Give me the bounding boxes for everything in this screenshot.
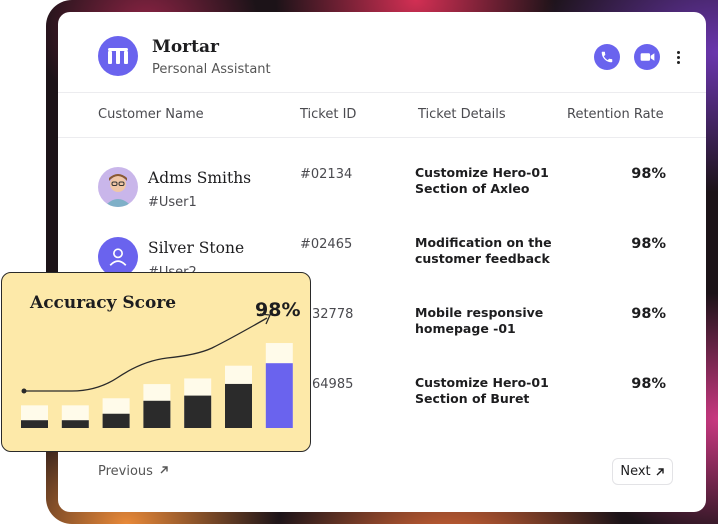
previous-button[interactable]: Previous xyxy=(98,464,169,479)
more-vertical-icon[interactable] xyxy=(672,46,684,68)
column-header-retention-rate[interactable]: Retention Rate xyxy=(567,107,664,122)
accuracy-bar-chart xyxy=(21,313,293,428)
accuracy-bar xyxy=(61,420,89,428)
retention-rate: 98% xyxy=(631,166,666,182)
column-header-ticket-id[interactable]: Ticket ID xyxy=(300,107,356,122)
accuracy-score-card: Accuracy Score 98% xyxy=(1,272,311,452)
user-placeholder-icon xyxy=(98,237,138,277)
ticket-id: 64985 xyxy=(312,377,354,392)
retention-rate: 98% xyxy=(631,306,666,322)
ticket-details-line: Section of Buret xyxy=(415,391,530,406)
arrow-up-right-icon xyxy=(160,466,168,474)
app-title: Mortar xyxy=(152,37,219,57)
ticket-details-line: Modification on the xyxy=(415,235,552,250)
next-label: Next xyxy=(620,464,651,479)
video-camera-icon xyxy=(640,53,654,61)
ticket-details-line: Customize Hero-01 xyxy=(415,375,549,390)
app-header: Mortar Personal Assistant xyxy=(58,12,706,93)
ticket-details: Modification on the customer feedback xyxy=(415,235,565,267)
column-header-ticket-details[interactable]: Ticket Details xyxy=(418,107,506,122)
customer-user-id: #User1 xyxy=(148,195,197,210)
customer-name: Silver Stone xyxy=(148,239,245,257)
accuracy-bar xyxy=(225,383,252,428)
app-logo-icon xyxy=(98,36,138,76)
ticket-details-line: Mobile responsive xyxy=(415,305,544,320)
ticket-details-line: Section of Axleo xyxy=(415,181,530,196)
customer-name: Adms Smiths xyxy=(148,169,252,187)
trend-start-dot xyxy=(21,388,27,394)
table-row[interactable]: Adms Smiths #User1 #02134 Customize Hero… xyxy=(58,165,706,237)
previous-label: Previous xyxy=(98,464,153,479)
column-header-customer-name[interactable]: Customer Name xyxy=(98,107,204,122)
ticket-id: 32778 xyxy=(312,307,354,322)
ticket-details: Mobile responsive homepage -01 xyxy=(415,305,565,337)
ticket-details: Customize Hero-01 Section of Axleo xyxy=(415,165,565,197)
accuracy-bar xyxy=(265,363,293,428)
ticket-details-line: homepage -01 xyxy=(415,321,516,336)
ticket-details-line: customer feedback xyxy=(415,251,550,266)
phone-icon xyxy=(601,51,613,63)
arrow-up-right-icon xyxy=(656,467,664,475)
accuracy-bar xyxy=(102,413,130,428)
retention-rate: 98% xyxy=(631,376,666,392)
header-divider xyxy=(58,137,706,138)
ticket-details: Customize Hero-01 Section of Buret xyxy=(415,375,565,407)
avatar xyxy=(98,167,138,207)
next-button[interactable]: Next xyxy=(612,458,673,485)
ticket-details-line: Customize Hero-01 xyxy=(415,165,549,180)
ticket-id: #02134 xyxy=(300,167,353,182)
video-call-button[interactable] xyxy=(634,44,660,70)
retention-rate: 98% xyxy=(631,236,666,252)
accuracy-bar xyxy=(21,420,48,428)
accuracy-bar xyxy=(184,395,212,428)
ticket-id: #02465 xyxy=(300,237,353,252)
app-subtitle: Personal Assistant xyxy=(152,62,271,77)
call-button[interactable] xyxy=(594,44,620,70)
accuracy-bar xyxy=(143,400,171,428)
